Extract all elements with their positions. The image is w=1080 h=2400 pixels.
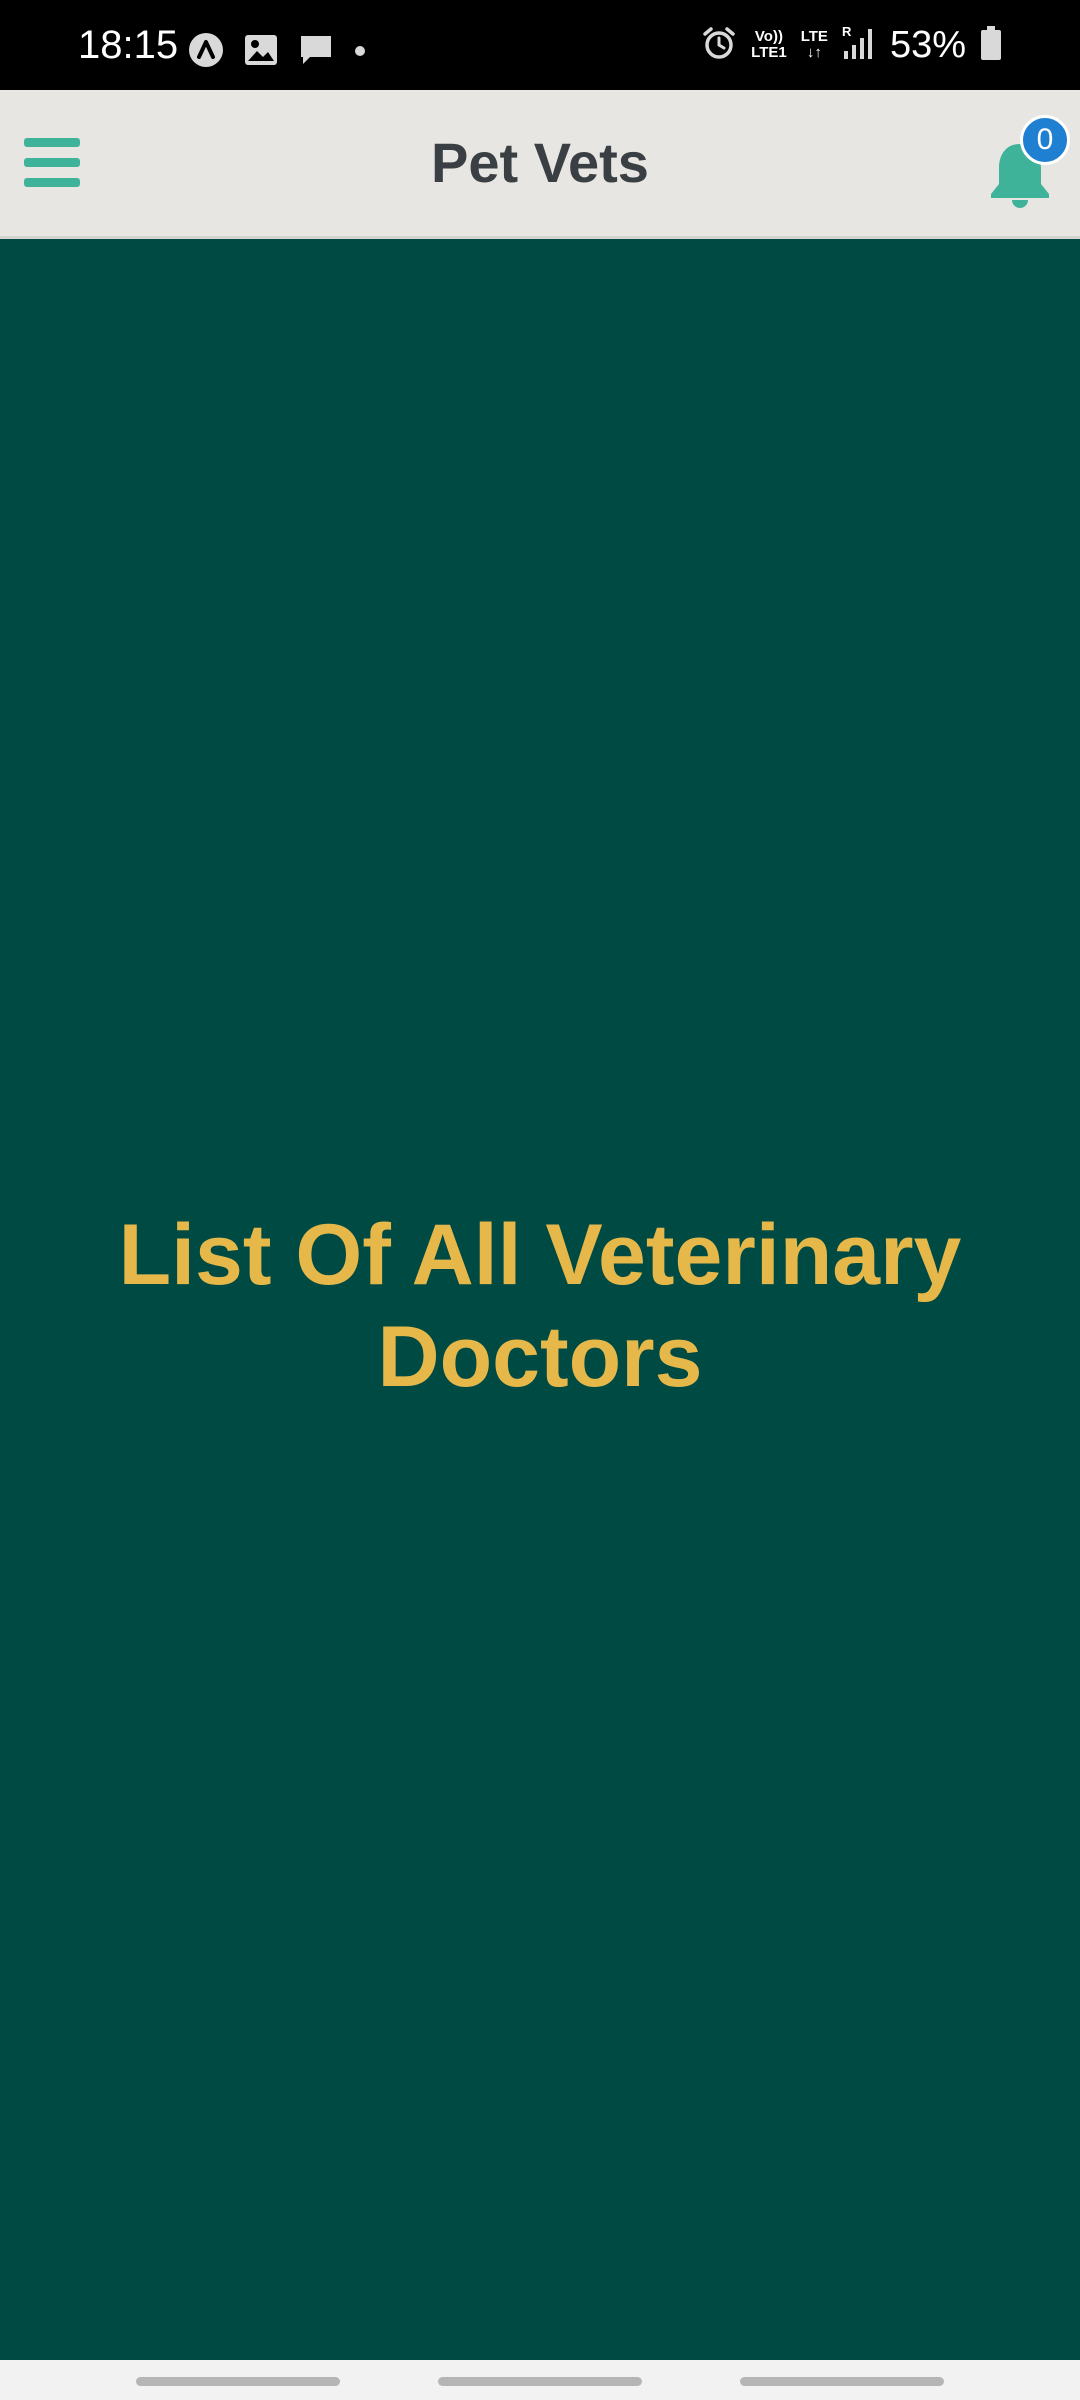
status-time: 18:15 [78, 23, 179, 67]
nav-recents-button[interactable] [136, 2377, 340, 2386]
signal-icon: R [842, 24, 876, 66]
page-heading-line-1: List Of All Veterinary [118, 1207, 962, 1303]
app-a-icon [188, 32, 224, 73]
status-system-icons: Vo)) LTE1 LTE ↓↑ R 53% [701, 22, 1002, 68]
battery-percent: 53% [889, 24, 966, 66]
roaming-indicator: R [842, 25, 852, 39]
battery-icon [980, 25, 1002, 66]
volte-indicator: Vo)) LTE1 [751, 28, 787, 61]
message-icon [298, 33, 334, 72]
page-heading-line-2: Doctors [377, 1309, 703, 1405]
alarm-icon [701, 25, 737, 66]
lte-indicator: LTE ↓↑ [800, 28, 828, 61]
notification-count-badge: 0 [1020, 115, 1070, 165]
status-notification-icons [188, 32, 366, 73]
nav-back-button[interactable] [740, 2377, 944, 2386]
system-nav-bar [0, 2360, 1080, 2400]
nav-home-button[interactable] [438, 2377, 642, 2386]
menu-button[interactable] [24, 138, 80, 188]
volte-text: Vo)) [754, 28, 783, 45]
status-bar: 18:15 Vo)) LTE1 LTE ↓↑ R 53% [0, 0, 1080, 90]
image-icon [244, 34, 278, 71]
notifications-button[interactable]: 0 [985, 115, 1070, 220]
dot-icon [354, 44, 366, 62]
page-heading: List Of All Veterinary Doctors [90, 1204, 990, 1408]
app-header: Pet Vets 0 [0, 90, 1080, 239]
main-content: List Of All Veterinary Doctors [0, 239, 1080, 2360]
page-title: Pet Vets [431, 131, 649, 194]
